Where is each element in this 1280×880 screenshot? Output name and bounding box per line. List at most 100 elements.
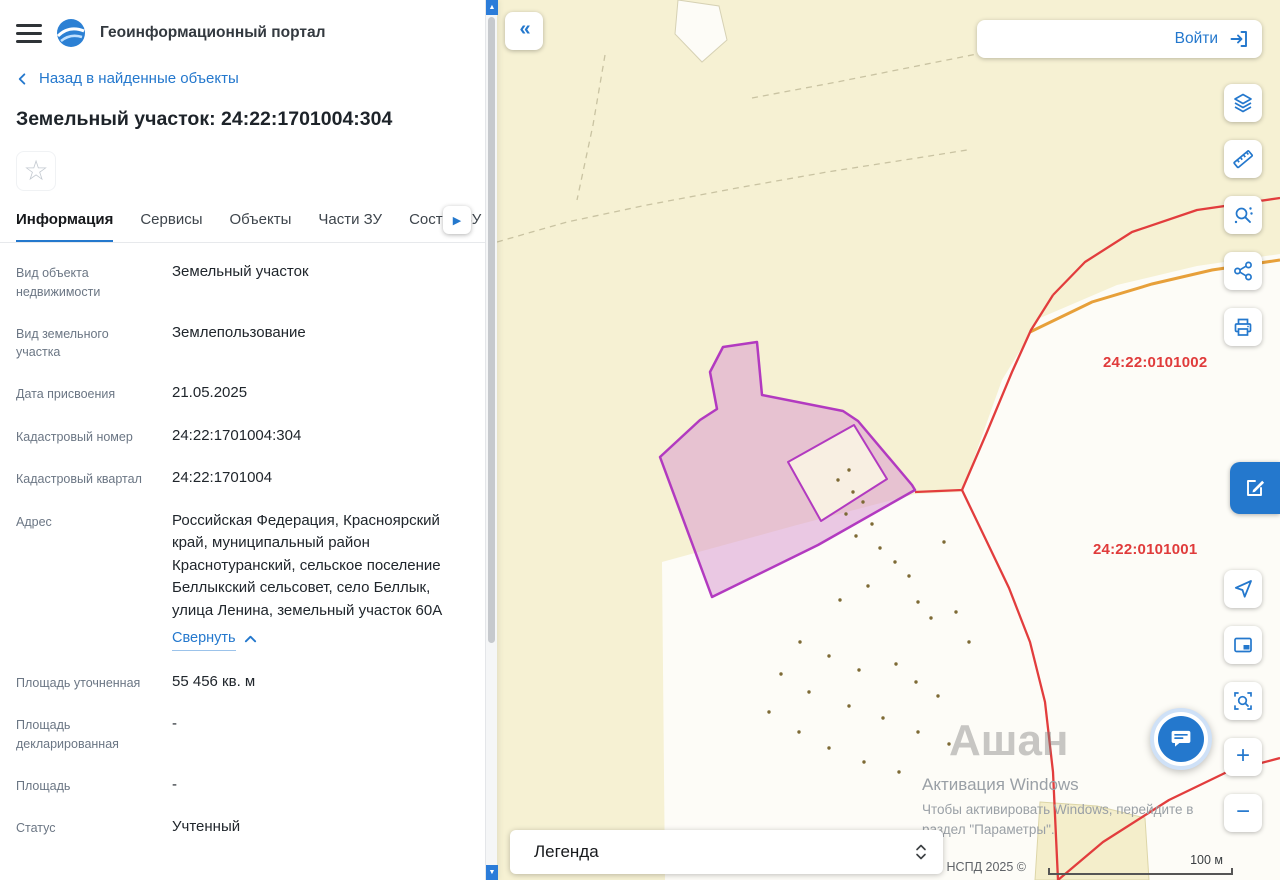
- field-value: 21.05.2025: [172, 384, 248, 401]
- overview-map-button[interactable]: [1224, 626, 1262, 664]
- login-icon: [1230, 31, 1247, 47]
- scale-label: 100 м: [1190, 853, 1223, 867]
- layers-icon: [1234, 93, 1252, 113]
- zoom-in-button[interactable]: +: [1224, 738, 1262, 776]
- star-icon: ☆: [23, 155, 49, 186]
- login-button[interactable]: Войти: [977, 20, 1262, 58]
- tabs-bar: Информация Сервисы Объекты Части ЗУ Сост…: [0, 201, 485, 243]
- field-value: 24:22:1701004:304: [172, 426, 302, 444]
- watermark-line: Чтобы активировать Windows, перейдите в: [922, 802, 1194, 817]
- info-fields: Вид объекта недвижимости Земельный участ…: [0, 243, 485, 849]
- scale-bar: 100 м: [1048, 853, 1233, 875]
- minus-icon: −: [1235, 798, 1250, 825]
- layers-button[interactable]: [1224, 84, 1262, 122]
- field-label: Адрес: [16, 514, 52, 529]
- map-bottom-info: НСПД 2025 © 100 м: [947, 853, 1233, 875]
- feedback-button[interactable]: [1230, 462, 1280, 514]
- zoom-out-button[interactable]: −: [1224, 794, 1262, 832]
- portal-logo-icon: [56, 19, 85, 47]
- object-search-button[interactable]: [1224, 196, 1262, 234]
- login-label: Войти: [1174, 30, 1218, 47]
- field-label: Вид объекта недвижимости: [16, 266, 101, 299]
- field-label: Кадастровый квартал: [16, 472, 142, 486]
- arrow-right-icon: ▶: [452, 214, 462, 227]
- double-chevron-left-icon: «: [519, 18, 530, 40]
- field-value: 55 456 кв. м: [172, 672, 256, 690]
- info-row: Площадь уточненная 55 456 кв. м: [0, 661, 485, 704]
- search-area-icon: [1234, 692, 1252, 710]
- field-label: Вид земельного участка: [16, 326, 109, 360]
- watermark-line: Активация Windows: [922, 775, 1079, 794]
- tab-objects[interactable]: Объекты: [230, 201, 292, 242]
- legend-bar[interactable]: Легенда: [510, 830, 943, 874]
- field-value: -: [172, 715, 177, 733]
- scrollbar-thumb[interactable]: [488, 17, 495, 643]
- scrollbar-down-icon[interactable]: ▼: [486, 865, 498, 880]
- field-value: Российская Федерация, Красноярский край,…: [172, 511, 443, 619]
- feedback-edit-icon: [1247, 480, 1265, 496]
- field-value: Землепользование: [172, 323, 306, 341]
- menu-icon[interactable]: [16, 23, 42, 43]
- field-label: Площадь: [16, 778, 71, 793]
- chat-bubble-icon: [1171, 730, 1191, 747]
- field-label: Статус: [16, 821, 56, 836]
- back-link[interactable]: Назад в найденные объекты: [0, 58, 485, 92]
- info-row: Дата присвоения 21.05.2025: [0, 372, 485, 415]
- collapse-link-label: Свернуть: [172, 628, 236, 651]
- info-row: Вид объекта недвижимости Земельный участ…: [0, 251, 485, 312]
- ruler-icon: [1233, 150, 1253, 169]
- plus-icon: +: [1235, 742, 1250, 769]
- info-row: Площадь -: [0, 764, 485, 807]
- field-label: Площадь декларированная: [16, 718, 119, 751]
- info-row: Кадастровый номер 24:22:1701004:304: [0, 415, 485, 458]
- map-container[interactable]: 24:22:0101002 24:22:0101001 Ашан Активац…: [497, 0, 1280, 880]
- locate-arrow-icon: [1234, 580, 1252, 598]
- collapse-panel-button[interactable]: «: [505, 12, 543, 50]
- info-panel: Геоинформационный портал Назад в найденн…: [0, 0, 498, 880]
- overview-map-icon: [1234, 637, 1252, 653]
- object-search-icon: [1234, 207, 1253, 224]
- map-place-label: Ашан: [949, 716, 1069, 765]
- tab-services[interactable]: Сервисы: [140, 201, 202, 242]
- back-link-label: Назад в найденные объекты: [39, 70, 239, 87]
- print-button[interactable]: [1224, 308, 1262, 346]
- legend-label: Легенда: [534, 842, 599, 861]
- collapse-address-link[interactable]: Свернуть: [172, 628, 257, 651]
- share-button[interactable]: [1224, 252, 1262, 290]
- chat-widget-button[interactable]: [1150, 708, 1212, 770]
- ruler-button[interactable]: [1224, 140, 1262, 178]
- locate-button[interactable]: [1224, 570, 1262, 608]
- info-row: Вид земельного участка Землепользование: [0, 312, 485, 373]
- panel-scrollbar[interactable]: ▲ ▼: [485, 0, 498, 880]
- chevron-up-icon: [244, 636, 256, 643]
- watermark-line: раздел "Параметры".: [922, 821, 1055, 837]
- app-title: Геоинформационный портал: [100, 24, 326, 41]
- search-area-button[interactable]: [1224, 682, 1262, 720]
- info-row-address: Адрес Российская Федерация, Красноярский…: [0, 500, 485, 661]
- share-icon: [1234, 261, 1252, 281]
- field-label: Кадастровый номер: [16, 429, 133, 444]
- expand-collapse-icon: [916, 844, 926, 860]
- tab-parcel-parts[interactable]: Части ЗУ: [318, 201, 382, 242]
- map-attribution: НСПД 2025 ©: [946, 860, 1026, 874]
- windows-activation-watermark: Активация Windows Чтобы активировать Win…: [922, 775, 1193, 839]
- chevron-left-icon: [18, 73, 26, 85]
- info-row: Кадастровый квартал 24:22:1701004: [0, 457, 485, 500]
- field-label: Площадь уточненная: [16, 675, 141, 690]
- tab-information[interactable]: Информация: [16, 201, 114, 242]
- field-value: Учтенный: [172, 818, 241, 836]
- tabs-scroll-button[interactable]: ▶: [443, 206, 471, 234]
- info-row: Площадь декларированная -: [0, 703, 485, 764]
- cadastral-quarter-label: 24:22:0101001: [1093, 541, 1198, 558]
- field-value: Земельный участок: [172, 263, 309, 280]
- info-row: Статус Учтенный: [0, 806, 485, 849]
- panel-header: Геоинформационный портал: [0, 0, 485, 58]
- page-title: Земельный участок: 24:22:1701004:304: [16, 108, 393, 130]
- field-value: -: [172, 775, 177, 793]
- scale-line: [1048, 868, 1233, 875]
- favorite-button[interactable]: ☆: [16, 151, 56, 191]
- field-value: 24:22:1701004: [172, 469, 273, 486]
- field-label: Дата присвоения: [16, 387, 116, 401]
- scrollbar-up-icon[interactable]: ▲: [486, 0, 498, 15]
- print-icon: [1234, 318, 1252, 336]
